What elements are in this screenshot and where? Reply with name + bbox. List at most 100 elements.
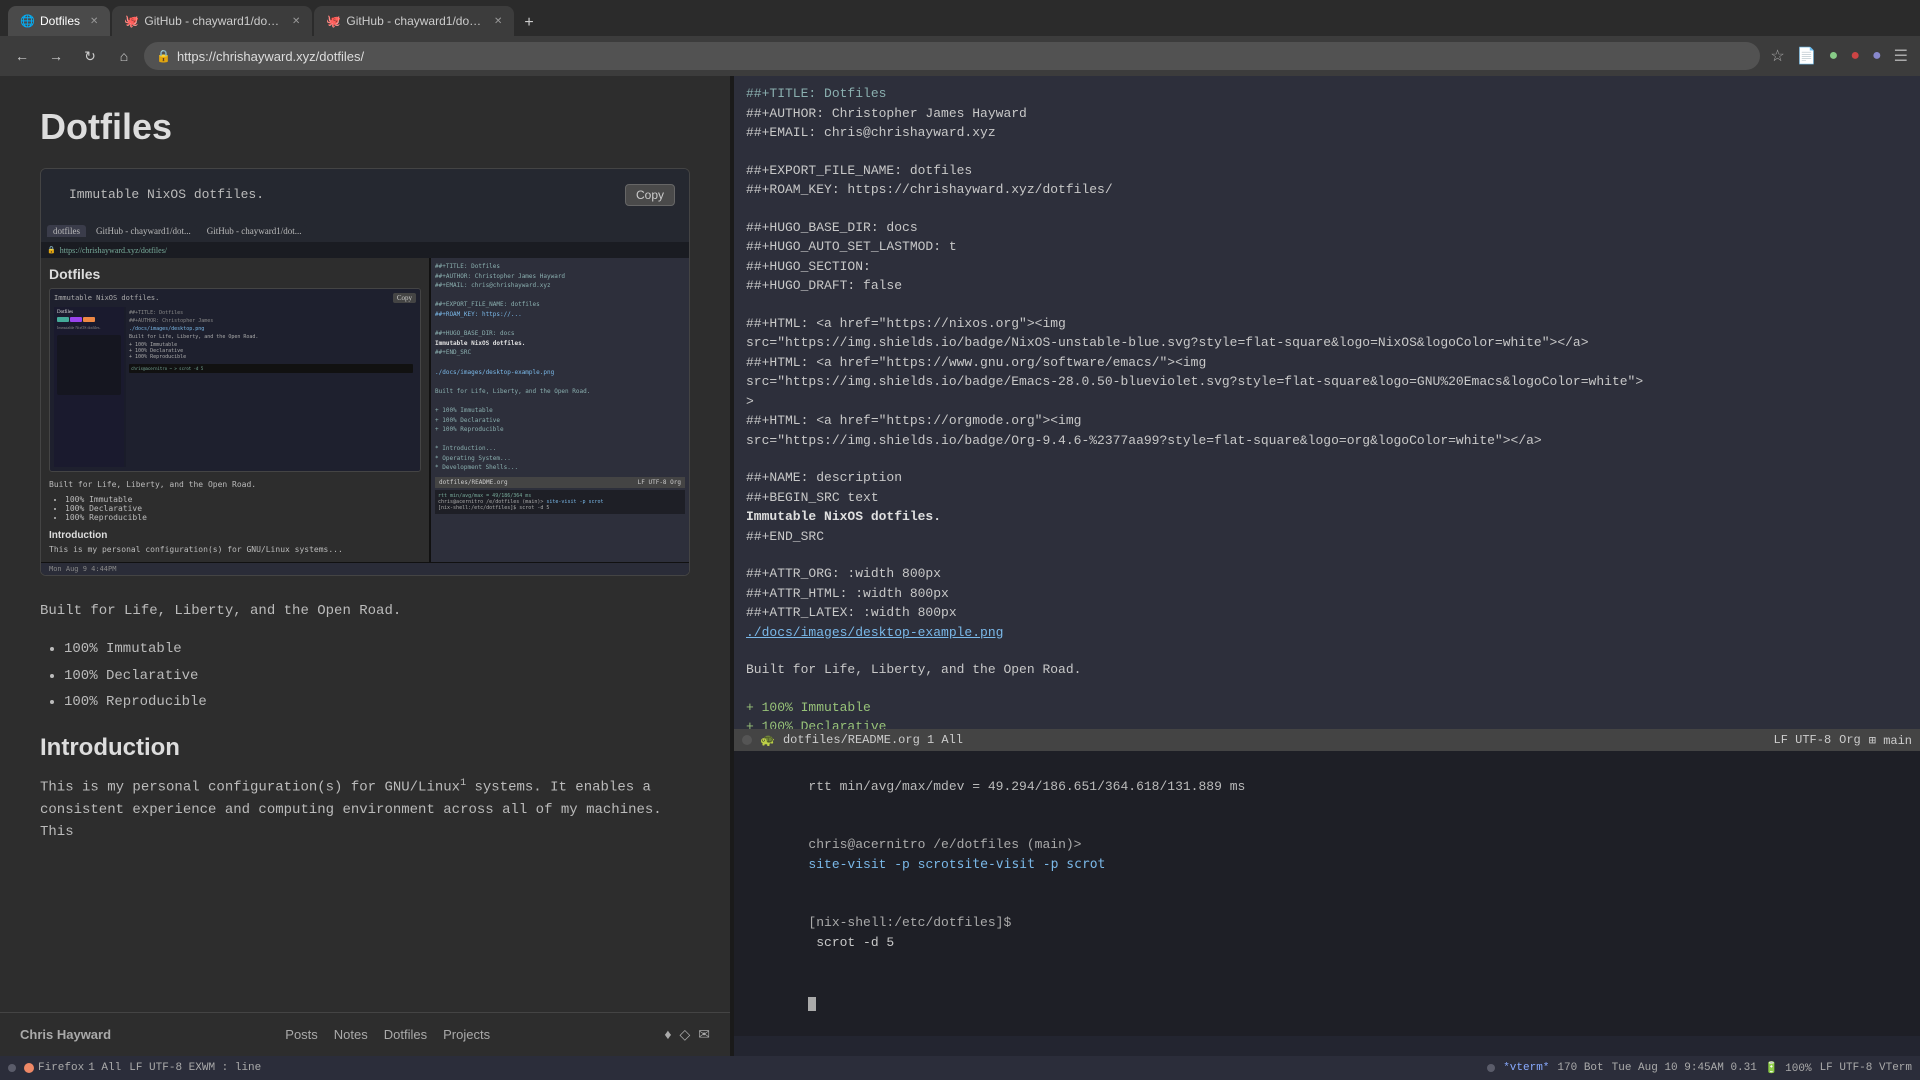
page-title: Dotfiles [40, 106, 690, 148]
footer-nav-bar: Chris Hayward Posts Notes Dotfiles Proje… [0, 1012, 730, 1056]
emacs-content: ##+TITLE: Dotfiles ##+AUTHOR: Christophe… [734, 76, 1920, 729]
emacs-panel: ##+TITLE: Dotfiles ##+AUTHOR: Christophe… [734, 76, 1920, 1056]
emacs-body-text: Built for Life, Liberty, and the Open Ro… [746, 660, 1908, 680]
emacs-hugo-section: ##+HUGO_SECTION: [746, 257, 1908, 277]
menu-icon[interactable]: ☰ [1890, 44, 1912, 68]
tab-github2[interactable]: 🐙 GitHub - chayward1/dotf... ✕ [314, 6, 514, 36]
tab-github1[interactable]: 🐙 GitHub - chayward1/dotf... ✕ [112, 6, 312, 36]
inner-tab-row: dotfiles GitHub - chayward1/dot... GitHu… [41, 220, 689, 242]
emacs-name-line: ##+NAME: description [746, 468, 1908, 488]
emacs-blank2 [746, 200, 1908, 218]
tab-title-github2: GitHub - chayward1/dotf... [346, 14, 484, 28]
mode-filename: dotfiles/README.org 1 All [783, 733, 963, 747]
reload-button[interactable]: ↻ [76, 42, 104, 70]
emacs-attr-html: ##+ATTR_HTML: :width 800px [746, 584, 1908, 604]
sysbar-dot-right [1487, 1064, 1495, 1072]
copy-button[interactable]: Copy [625, 184, 675, 206]
mode-bullet [742, 735, 752, 745]
lock-icon: 🔒 [156, 49, 171, 63]
sysbar-right-status: LF UTF-8 VTerm [1820, 1062, 1912, 1074]
nav-projects[interactable]: Projects [443, 1027, 490, 1042]
terminal-cursor [808, 997, 816, 1011]
bookmark-icon[interactable]: ☆ [1766, 44, 1788, 68]
extension-icon3[interactable]: ● [1868, 45, 1886, 67]
nav-dotfiles[interactable]: Dotfiles [384, 1027, 427, 1042]
emacs-attr-org: ##+ATTR_ORG: :width 800px [746, 564, 1908, 584]
inner-addr-bar: 🔒 https://chrishayward.xyz/dotfiles/ [41, 242, 689, 258]
social-icon-2[interactable]: ◇ [679, 1026, 690, 1043]
emacs-export-file: ##+EXPORT_FILE_NAME: dotfiles [746, 161, 1908, 181]
terminal-cmd1: site-visit -p scrot [808, 857, 956, 872]
sysbar-left-status: LF UTF-8 EXWM : line [129, 1062, 261, 1074]
firefox-dot [24, 1063, 34, 1073]
system-status-bar: Firefox 1 All LF UTF-8 EXWM : line *vter… [0, 1056, 1920, 1080]
sysbar-datetime: Tue Aug 10 9:45AM 0.31 [1612, 1062, 1757, 1074]
emacs-blank3 [746, 296, 1908, 314]
emacs-mode-line: 🐢 dotfiles/README.org 1 All LF UTF-8 Org… [734, 729, 1920, 751]
vterm-label: *vterm* [1503, 1062, 1549, 1074]
emacs-highlight-text: Immutable NixOS dotfiles. [746, 507, 1908, 527]
terminal-prompt2-line: [nix-shell:/etc/dotfiles]$ scrot -d 5 [746, 894, 1908, 972]
emacs-blank1 [746, 143, 1908, 161]
inner-browser: dotfiles GitHub - chayward1/dot... GitHu… [41, 220, 689, 562]
rtt-text: rtt min/avg/max/mdev = 49.294/186.651/36… [808, 779, 1245, 794]
tab-icon-github1: 🐙 [124, 14, 138, 28]
terminal-prompt2: [nix-shell:/etc/dotfiles]$ [808, 915, 1011, 930]
firefox-label: Firefox [38, 1062, 84, 1074]
emacs-html1: ##+HTML: <a href="https://nixos.org"><im… [746, 314, 1908, 334]
reader-icon[interactable]: 📄 [1793, 44, 1821, 68]
bullet-reproducible: 100% Reproducible [64, 691, 690, 713]
emacs-blank7 [746, 680, 1908, 698]
back-button[interactable]: ← [8, 42, 36, 70]
extension-icon2[interactable]: ● [1846, 45, 1864, 67]
emacs-blank6 [746, 642, 1908, 660]
tab-bar: 🌐 Dotfiles ✕ 🐙 GitHub - chayward1/dotf..… [0, 0, 1920, 36]
extension-icon1[interactable]: ● [1825, 45, 1843, 67]
firefox-count: 1 All [88, 1062, 121, 1074]
new-tab-button[interactable]: + [516, 10, 541, 36]
terminal-rtt: rtt min/avg/max/mdev = 49.294/186.651/36… [746, 757, 1908, 816]
nav-notes[interactable]: Notes [334, 1027, 368, 1042]
nav-posts[interactable]: Posts [285, 1027, 318, 1042]
emacs-html2b: src="https://img.shields.io/badge/Emacs-… [746, 372, 1908, 392]
emacs-html1b: src="https://img.shields.io/badge/NixOS-… [746, 333, 1908, 353]
emacs-link-line[interactable]: ./docs/images/desktop-example.png [746, 623, 1908, 643]
tab-dotfiles[interactable]: 🌐 Dotfiles ✕ [8, 6, 110, 36]
bullet-immutable: 100% Immutable [64, 638, 690, 660]
tab-close-dotfiles[interactable]: ✕ [90, 16, 98, 27]
mode-line-right: LF UTF-8 Org ⊞ main [1774, 733, 1912, 748]
emacs-begin-src: ##+BEGIN_SRC text [746, 488, 1908, 508]
tab-icon-dotfiles: 🌐 [20, 14, 34, 28]
emacs-item1: + 100% Immutable [746, 698, 1908, 718]
code-block-header: Immutable NixOS dotfiles. Copy [41, 169, 689, 220]
terminal-cmd2: scrot -d 5 [808, 935, 894, 950]
sysbar-left: Firefox 1 All LF UTF-8 EXWM : line [8, 1062, 261, 1074]
address-input[interactable] [177, 49, 1748, 64]
terminal-prompt1-line: chris@acernitro /e/dotfiles (main)> site… [746, 816, 1908, 894]
inner-tab-3: GitHub - chayward1/dot... [201, 225, 308, 237]
github-social-icon[interactable]: ♦ [664, 1026, 671, 1043]
mode-state: ⊞ main [1869, 733, 1912, 748]
webpage: Dotfiles Immutable NixOS dotfiles. Copy … [0, 76, 730, 1012]
inner-content: Dotfiles Immutable NixOS dotfiles. Copy [41, 258, 689, 562]
intro-text: This is my personal configuration(s) for… [40, 776, 690, 844]
terminal-prompt1: chris@acernitro /e/dotfiles (main)> [808, 837, 1081, 852]
emacs-item2: + 100% Declarative [746, 717, 1908, 729]
emacs-html2: ##+HTML: <a href="https://www.gnu.org/so… [746, 353, 1908, 373]
home-button[interactable]: ⌂ [110, 42, 138, 70]
bullet-declarative: 100% Declarative [64, 665, 690, 687]
mode-encoding: LF UTF-8 [1774, 733, 1832, 748]
email-icon[interactable]: ✉ [698, 1026, 710, 1043]
emacs-hugo-draft: ##+HUGO_DRAFT: false [746, 276, 1908, 296]
emacs-email-line: ##+EMAIL: chris@chrishayward.xyz [746, 123, 1908, 143]
firefox-indicator: Firefox 1 All [24, 1062, 121, 1074]
site-title: Chris Hayward [20, 1027, 111, 1042]
forward-button[interactable]: → [42, 42, 70, 70]
emacs-html3: ##+HTML: <a href="https://orgmode.org"><… [746, 411, 1908, 431]
tab-close-github1[interactable]: ✕ [292, 16, 300, 27]
tab-close-github2[interactable]: ✕ [494, 16, 502, 27]
emacs-title-line: ##+TITLE: Dotfiles [746, 84, 1908, 104]
emacs-roam-key: ##+ROAM_KEY: https://chrishayward.xyz/do… [746, 180, 1908, 200]
terminal-cursor-line [746, 972, 1908, 1031]
address-bar-container: 🔒 [144, 42, 1760, 70]
